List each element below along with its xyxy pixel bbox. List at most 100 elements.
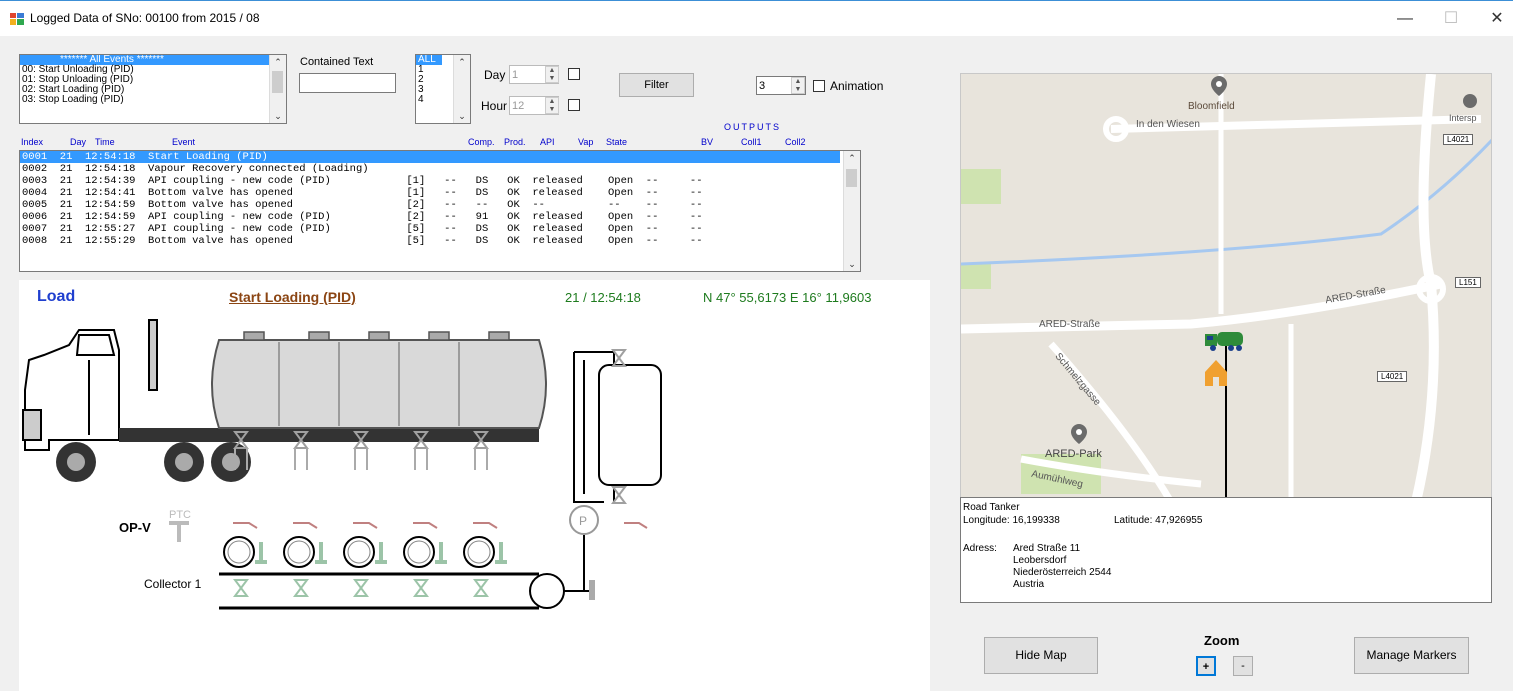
tank-icon: [211, 331, 547, 429]
table-scrollbar[interactable]: ⌃ ⌄: [843, 151, 860, 271]
outputs-header: OUTPUTS: [724, 122, 782, 132]
outlet-pipe: [474, 448, 488, 470]
location-pin-icon: [1071, 424, 1087, 444]
col-coll1[interactable]: Coll1: [741, 137, 762, 147]
table-row[interactable]: 0003 21 12:54:39 API coupling - new code…: [20, 175, 860, 187]
map-label-l4021: L4021: [1377, 371, 1408, 382]
outlet-pipe: [414, 448, 428, 470]
map-view[interactable]: Bloomfield In den Wiesen Intersp L4021 L…: [960, 73, 1492, 501]
contained-text-input[interactable]: [299, 73, 396, 93]
info-address-line: Niederösterreich 2544: [1013, 567, 1112, 578]
table-row[interactable]: 0007 21 12:55:27 API coupling - new code…: [20, 223, 860, 235]
scroll-thumb[interactable]: [272, 71, 283, 93]
hatch-icon: [308, 331, 330, 341]
day-checkbox[interactable]: [568, 68, 580, 80]
chevron-down-icon[interactable]: ⌄: [454, 109, 470, 123]
chassis: [119, 428, 539, 442]
app-icon: [10, 13, 24, 25]
col-event[interactable]: Event: [172, 137, 195, 147]
events-table[interactable]: 0001 21 12:54:18 Start Loading (PID) 000…: [19, 150, 861, 272]
api-coupling-icon: [413, 522, 438, 529]
info-longitude: Longitude: 16,199338: [963, 515, 1060, 526]
col-state[interactable]: State: [606, 137, 627, 147]
animation-spinner[interactable]: ▲ ▼: [791, 77, 805, 94]
tanker-marker-icon[interactable]: [1205, 330, 1245, 352]
col-coll2[interactable]: Coll2: [785, 137, 806, 147]
compartment-listbox[interactable]: ALL 1 2 3 4 ⌃ ⌄: [415, 54, 471, 124]
list-item[interactable]: 03: Stop Loading (PID): [20, 95, 286, 105]
info-adress-label: Adress:: [963, 543, 997, 554]
sensor-icon: [435, 542, 447, 564]
title-bar: Logged Data of SNo: 00100 from 2015 / 08…: [0, 0, 1513, 36]
hatch-icon: [428, 331, 450, 341]
location-pin-icon: [1211, 76, 1227, 96]
hatch-icon: [488, 331, 510, 341]
hour-label: Hour: [481, 99, 508, 113]
table-row[interactable]: 0006 21 12:54:59 API coupling - new code…: [20, 211, 860, 223]
day-spinner[interactable]: ▲ ▼: [545, 66, 559, 83]
info-address-line: Austria: [1013, 579, 1045, 590]
col-time[interactable]: Time: [95, 137, 115, 147]
sensor-icon: [495, 542, 507, 564]
collector-valve-icon: [293, 579, 309, 597]
minimize-button[interactable]: —: [1390, 7, 1420, 31]
api-coupling-icon: [293, 522, 318, 529]
hide-map-button[interactable]: Hide Map: [984, 637, 1098, 674]
col-comp[interactable]: Comp.: [468, 137, 495, 147]
sensor-icon: [255, 542, 267, 564]
animation-label: Animation: [830, 79, 884, 93]
compartment-scrollbar[interactable]: ⌃ ⌄: [453, 55, 470, 123]
contained-text-label: Contained Text: [300, 56, 374, 68]
hour-checkbox[interactable]: [568, 99, 580, 111]
map-canvas[interactable]: [961, 74, 1492, 501]
home-marker-icon[interactable]: [1205, 360, 1227, 386]
table-row[interactable]: 0004 21 12:54:41 Bottom valve has opened…: [20, 187, 860, 199]
opv-label: OP-V: [119, 520, 151, 535]
sensor-icon: [375, 542, 387, 564]
chevron-up-icon[interactable]: ⌃: [270, 55, 286, 69]
col-day[interactable]: Day: [70, 137, 86, 147]
map-label-ared-strasse: ARED-Straße: [1039, 319, 1101, 330]
collector-valve-icon: [353, 579, 369, 597]
collector-valve-icon: [473, 579, 489, 597]
col-prod[interactable]: Prod.: [504, 137, 526, 147]
scroll-thumb[interactable]: [846, 169, 857, 187]
pump-label: P: [579, 514, 587, 528]
zoom-out-button[interactable]: -: [1233, 656, 1253, 676]
info-title: Road Tanker: [963, 502, 1020, 513]
chevron-up-icon[interactable]: ⌃: [844, 151, 860, 165]
col-api[interactable]: API: [540, 137, 555, 147]
collector-valve-icon: [413, 579, 429, 597]
day-label: Day: [484, 68, 506, 82]
hour-spinner[interactable]: ▲ ▼: [545, 97, 559, 114]
maximize-button[interactable]: ☐: [1436, 7, 1466, 31]
col-vap[interactable]: Vap: [578, 137, 593, 147]
table-row[interactable]: 0002 21 12:54:18 Vapour Recovery connect…: [20, 163, 860, 175]
map-label-l151: L151: [1455, 277, 1481, 288]
events-scrollbar[interactable]: ⌃ ⌄: [269, 55, 286, 123]
shop-icon: [1463, 94, 1477, 108]
animation-checkbox[interactable]: [813, 80, 825, 92]
collector-valve-icon: [233, 579, 249, 597]
zoom-in-button[interactable]: +: [1196, 656, 1216, 676]
pump-coupling-icon: [624, 522, 648, 529]
close-button[interactable]: ✕: [1482, 7, 1512, 31]
info-address-line: Leobersdorf: [1013, 555, 1067, 566]
map-label-inden: In den Wiesen: [1136, 119, 1200, 130]
events-listbox[interactable]: ******* All Events ******* 00: Start Unl…: [19, 54, 287, 124]
ptc-label: PTC: [169, 509, 191, 521]
filter-button[interactable]: Filter: [619, 73, 694, 97]
chevron-down-icon[interactable]: ⌄: [844, 257, 860, 271]
col-bv[interactable]: BV: [701, 137, 713, 147]
table-row[interactable]: 0001 21 12:54:18 Start Loading (PID): [20, 151, 840, 163]
map-label-intersp: Intersp: [1449, 113, 1477, 123]
api-coupling-icon: [233, 522, 258, 529]
manage-markers-button[interactable]: Manage Markers: [1354, 637, 1469, 674]
map-label-ared-park: ARED-Park: [1045, 448, 1102, 460]
outlet-pipe: [354, 448, 368, 470]
table-row[interactable]: 0008 21 12:55:29 Bottom valve has opened…: [20, 235, 860, 247]
col-index[interactable]: Index: [21, 137, 43, 147]
table-row[interactable]: 0005 21 12:54:59 Bottom valve has opened…: [20, 199, 860, 211]
chevron-up-icon[interactable]: ⌃: [454, 55, 470, 69]
chevron-down-icon[interactable]: ⌄: [270, 109, 286, 123]
